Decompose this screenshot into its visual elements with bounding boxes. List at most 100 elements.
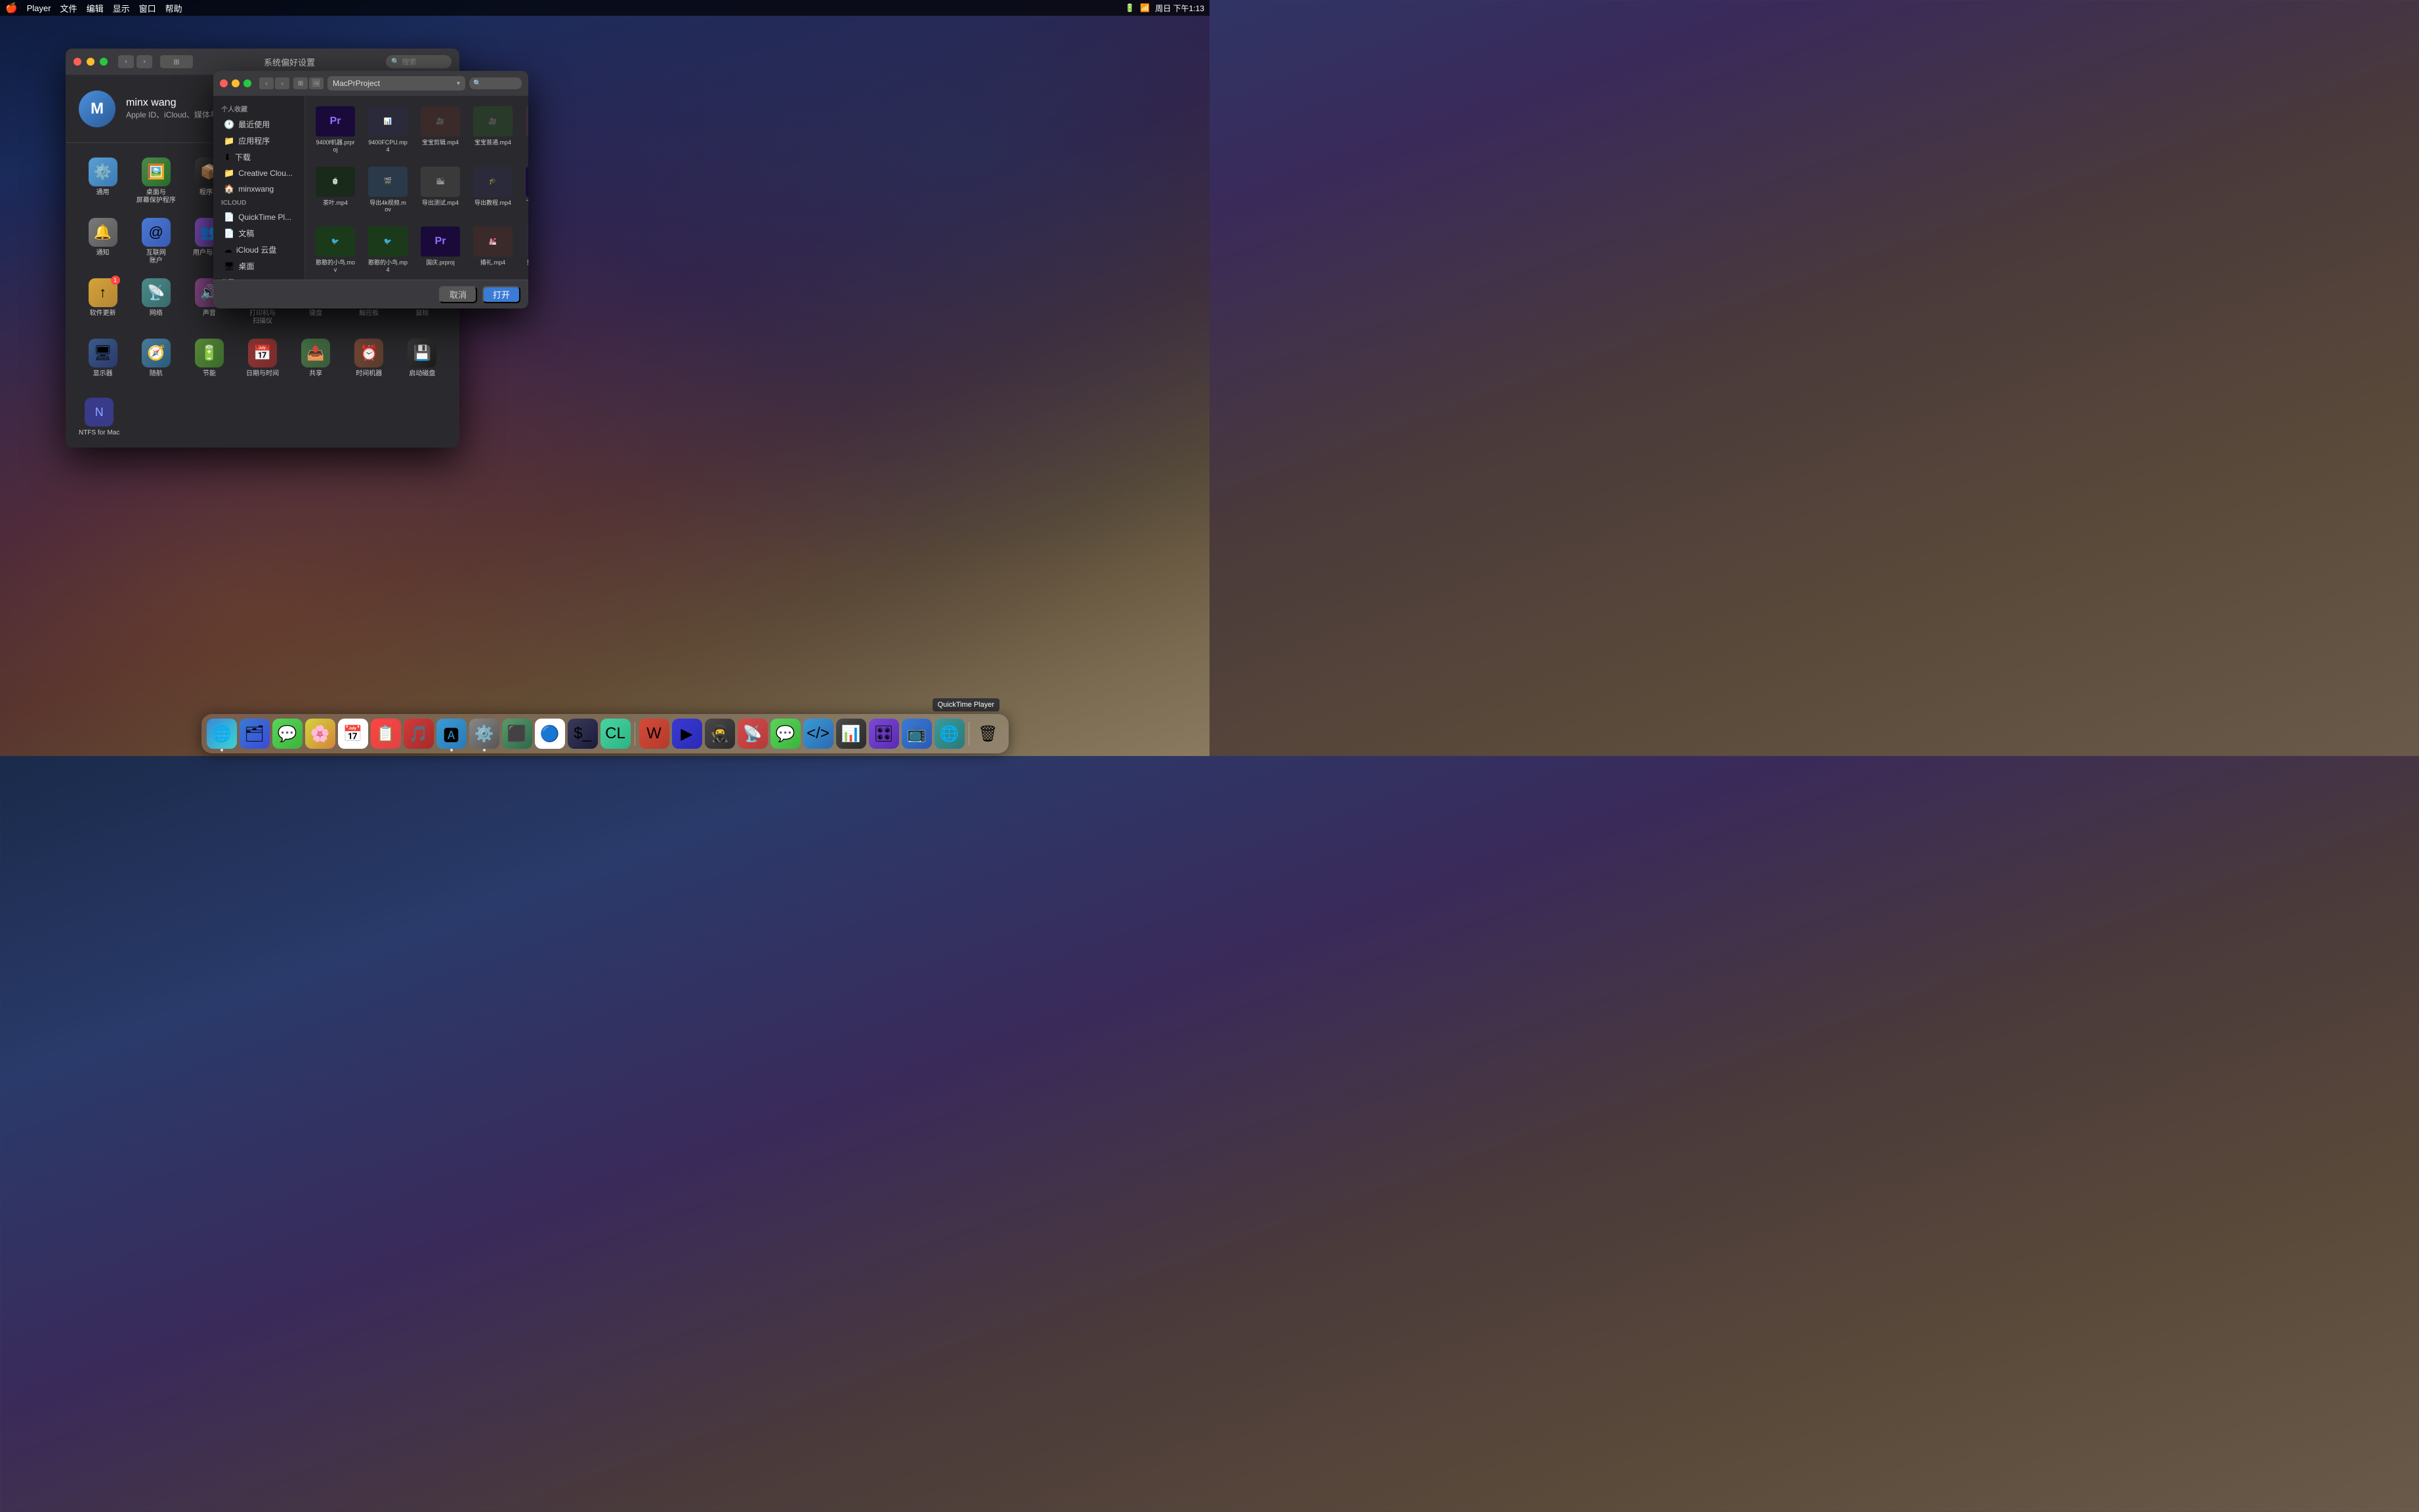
file-item[interactable]: 🎥 宝宝ae.mp4	[522, 102, 528, 158]
network-icon: 📡	[142, 278, 171, 307]
menubar-help[interactable]: 帮助	[165, 2, 182, 14]
menubar-window[interactable]: 窗口	[139, 2, 156, 14]
file-item[interactable]: 🐦 憨憨的小鸟.mp4	[364, 222, 411, 278]
file-forward-button[interactable]: ›	[275, 77, 289, 89]
general-icon: ⚙️	[89, 158, 117, 186]
dock-netnewswire[interactable]: 📡	[738, 719, 768, 749]
file-item[interactable]: 🎥 宝宝剪辑.mp4	[417, 102, 464, 158]
dock-trash[interactable]: 🗑	[973, 719, 1003, 749]
running-indicator	[221, 749, 223, 751]
file-item[interactable]: 🍵 茶叶.mp4	[312, 163, 359, 218]
dock-terminal[interactable]: ⬛	[502, 719, 532, 749]
back-button[interactable]: ‹	[118, 55, 134, 68]
file-thumbnail: 📊	[368, 106, 408, 136]
dock-messages[interactable]: 💬	[272, 719, 303, 749]
pref-notification[interactable]: 🔔 通知	[79, 214, 127, 269]
sidebar-downloads[interactable]: ⬇ 下载	[216, 149, 302, 165]
pref-update[interactable]: ↑1 软件更新	[79, 274, 127, 329]
pref-timemachine[interactable]: ⏰ 时间机器	[345, 335, 393, 382]
file-search-input[interactable]: 🔍	[469, 77, 522, 89]
file-item[interactable]: 🏙 导出测试.mp4	[417, 163, 464, 218]
dock-iterm[interactable]: $_	[568, 719, 598, 749]
dock-neptunes[interactable]: 🎛	[869, 719, 899, 749]
pref-desktop[interactable]: 🖼️ 桌面与屏幕保护程序	[132, 154, 180, 209]
dock-youku[interactable]: ▶	[672, 719, 702, 749]
file-dialog-fullscreen[interactable]	[243, 79, 251, 87]
file-item[interactable]: 🎬 导出4k视频.mov	[364, 163, 411, 218]
pref-internet[interactable]: @ 互联网账户	[132, 214, 180, 269]
sidebar-home[interactable]: 🏠 minxwang	[216, 181, 302, 197]
dock-music[interactable]: 🎵	[404, 719, 434, 749]
cancel-button[interactable]: 取消	[439, 286, 477, 303]
neptunes-icon: 🎛	[873, 724, 893, 744]
file-item[interactable]: 🐦 憨憨的小鸟.mov	[312, 222, 359, 278]
syspref-search[interactable]: 🔍 搜索	[386, 55, 452, 68]
sidebar-icloud[interactable]: ☁ iCloud 云盘	[216, 242, 302, 258]
pref-network[interactable]: 📡 网络	[132, 274, 180, 329]
pref-sharing[interactable]: 📤 共享	[292, 335, 340, 382]
file-item[interactable]: 🎓 导出教程.mp4	[469, 163, 516, 218]
file-item[interactable]: 🎥 宝宝普通.mp4	[469, 102, 516, 158]
apple-menu[interactable]: 🍎	[5, 2, 18, 14]
pref-datetime[interactable]: 📅 日期与时间	[238, 335, 286, 382]
dock-resolution[interactable]: 📺	[902, 719, 932, 749]
file-item[interactable]: 国庆.prproj	[417, 222, 464, 278]
sidebar-quicktime[interactable]: 📄 QuickTime Pl...	[216, 209, 302, 225]
shadowsocks-icon: 🥷	[710, 724, 730, 744]
icon-view-button[interactable]: ⊞	[293, 77, 308, 89]
dock-welink[interactable]: W	[639, 719, 669, 749]
pref-startup[interactable]: 💾 启动磁盘	[398, 335, 446, 382]
folder-selector[interactable]: MacPrProject ▾	[327, 76, 465, 91]
sidebar-desktop[interactable]: 🖥 桌面	[216, 258, 302, 274]
forward-button[interactable]: ›	[137, 55, 152, 68]
ntfs-item[interactable]: N NTFS for Mac	[79, 398, 119, 437]
file-item[interactable]: 9400f机器.prproj	[312, 102, 359, 158]
dock-finder[interactable]: 🗂	[240, 719, 270, 749]
dock-dns[interactable]: 🌐	[935, 719, 965, 749]
dock-shadowsocks[interactable]: 🥷	[705, 719, 735, 749]
dock-appstore[interactable]: 🅰	[436, 719, 467, 749]
dock-vscode[interactable]: </>	[803, 719, 833, 749]
display-icon: 🖥	[89, 339, 117, 368]
pref-general[interactable]: ⚙️ 通用	[79, 154, 127, 209]
dock-syspref[interactable]: ⚙️	[469, 719, 499, 749]
menubar-file[interactable]: 文件	[60, 2, 77, 14]
dock-reminders[interactable]: 📋	[371, 719, 401, 749]
dock-activity[interactable]: 📊	[836, 719, 866, 749]
sidebar-creative[interactable]: 📁 Creative Clou...	[216, 165, 302, 181]
open-button[interactable]: 打开	[482, 286, 520, 303]
finder-icon-button[interactable]: 🖼	[309, 77, 324, 89]
close-button[interactable]	[74, 58, 81, 66]
dock-calendar[interactable]: 📅	[338, 719, 368, 749]
dock-wechat[interactable]: 💬	[770, 719, 801, 749]
fullscreen-button[interactable]	[100, 58, 108, 66]
file-name: 9400FCPU.mp4	[368, 139, 408, 154]
view-toggle[interactable]: ⊞	[160, 55, 193, 68]
pref-navigation[interactable]: 🧭 随航	[132, 335, 180, 382]
file-dialog-close[interactable]	[220, 79, 228, 87]
file-item[interactable]: 💒 婚礼.mp4	[469, 222, 516, 278]
minimize-button[interactable]	[87, 58, 95, 66]
timemachine-icon: ⏰	[354, 339, 383, 368]
documents-icon: 📄	[224, 228, 234, 239]
internet-label: 互联网账户	[146, 249, 166, 265]
file-item[interactable]: 📊 9400FCPU.mp4	[364, 102, 411, 158]
pref-display[interactable]: 🖥 显示器	[79, 335, 127, 382]
dock-safari[interactable]: 🌐	[207, 719, 237, 749]
dock-photos[interactable]: 🌸	[305, 719, 335, 749]
sidebar-recent[interactable]: 🕐 最近使用	[216, 116, 302, 133]
file-thumbnail: 🎓	[473, 167, 513, 197]
menubar-edit[interactable]: 编辑	[87, 2, 104, 14]
sidebar-apps[interactable]: 📁 应用程序	[216, 133, 302, 149]
dock-clion[interactable]: CL	[600, 719, 631, 749]
file-item[interactable]: 🎬 ⟳ 婚礼视频.mp4	[522, 222, 528, 278]
file-back-button[interactable]: ‹	[259, 77, 274, 89]
sidebar-documents[interactable]: 📄 文稿	[216, 225, 302, 242]
dock-chrome[interactable]: 🔵	[535, 719, 565, 749]
locations-header: 位置	[213, 274, 305, 280]
file-dialog-minimize[interactable]	[232, 79, 240, 87]
menubar-view[interactable]: 显示	[113, 2, 130, 14]
file-item[interactable]: 飞向上海.prproj	[522, 163, 528, 218]
pref-battery[interactable]: 🔋 节能	[185, 335, 233, 382]
menubar-player[interactable]: Player	[27, 3, 51, 13]
